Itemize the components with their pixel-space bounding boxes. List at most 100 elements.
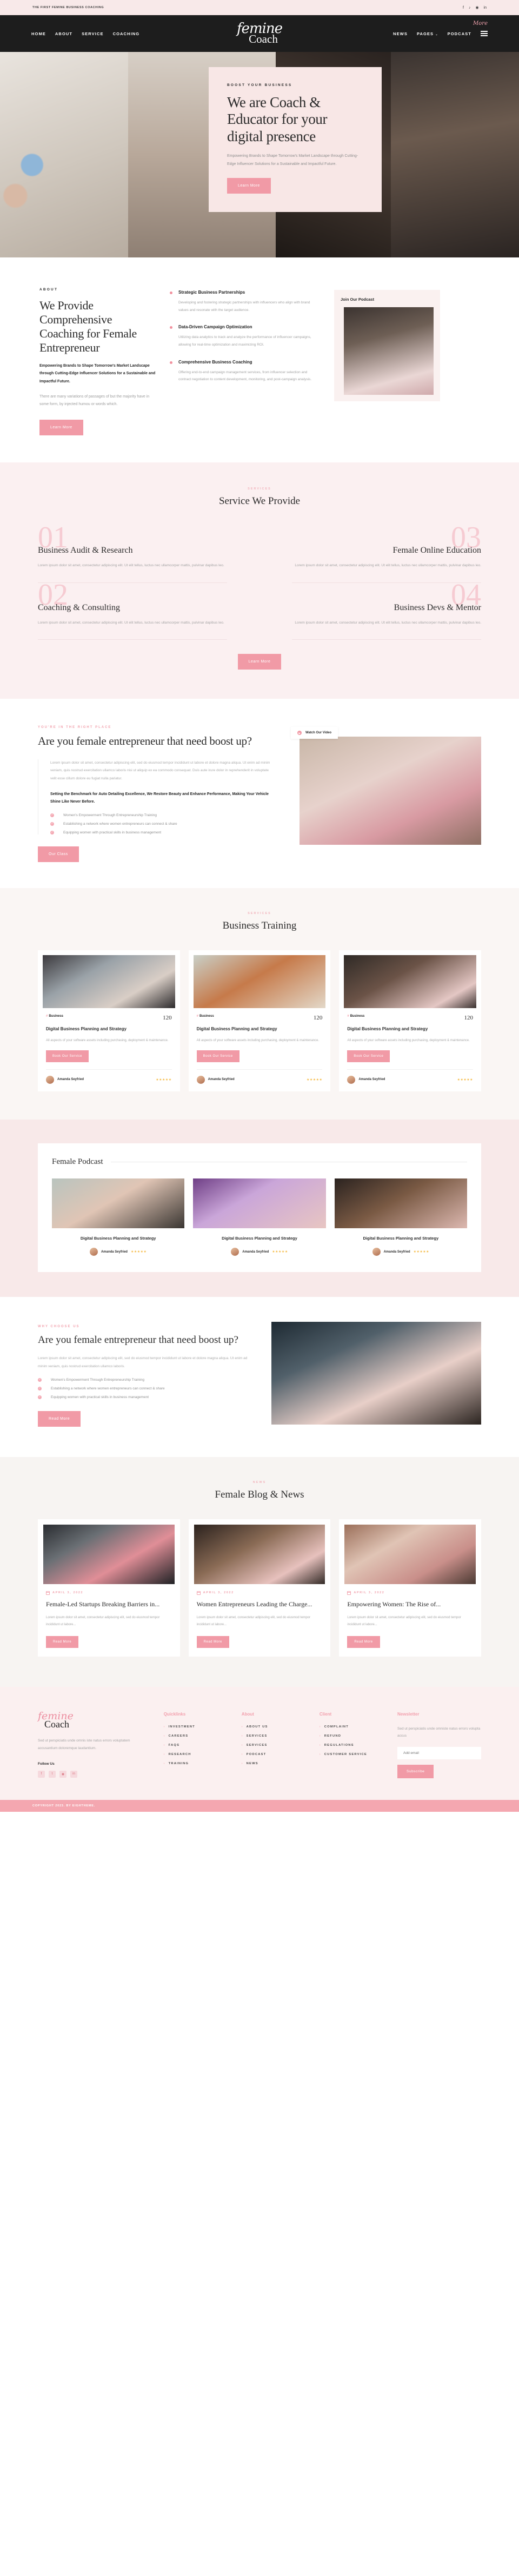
- hero-learn-more-button[interactable]: Learn More: [227, 178, 271, 194]
- service-item-03: 03 Female Online Education Lorem ipsum d…: [292, 522, 481, 580]
- footer-link[interactable]: › TRAINING: [164, 1762, 228, 1765]
- nav-item-service[interactable]: SERVICE: [82, 31, 104, 36]
- nav-item-podcast[interactable]: PODCAST: [448, 31, 471, 36]
- training-card[interactable]: # Business 120 Digital Business Planning …: [339, 950, 482, 1091]
- about-podcast-column: Join Our Podcast: [330, 288, 481, 435]
- nav-item-coaching[interactable]: COACHING: [113, 31, 140, 36]
- blog-card-title: Female-Led Startups Breaking Barriers in…: [46, 1600, 160, 1608]
- copyright-bar: COPYRIGHT 2023. BY EIGHTHEME.: [0, 1799, 519, 1812]
- instagram-icon[interactable]: ◉: [475, 6, 478, 10]
- training-card[interactable]: # Business 120 Digital Business Planning …: [38, 950, 180, 1091]
- footer-column-heading: About: [241, 1711, 254, 1717]
- footer-link[interactable]: › SERVICES: [242, 1744, 305, 1747]
- footer-link[interactable]: › REFUND: [320, 1734, 383, 1738]
- twitter-icon[interactable]: t: [49, 1770, 56, 1778]
- star-rating-icon: ★★★★★: [306, 1078, 323, 1082]
- linkedin-icon[interactable]: in: [70, 1770, 77, 1778]
- footer-link[interactable]: › ABOUT US: [242, 1725, 305, 1729]
- blog-card-body: Lorem ipsum dolor sit amet, consectetur …: [196, 1616, 311, 1626]
- footer-link-label: CAREERS: [168, 1734, 189, 1738]
- avatar: [372, 1248, 381, 1256]
- boost-our-class-button[interactable]: Our Class: [38, 846, 79, 862]
- training-card[interactable]: # Business 120 Digital Business Planning …: [188, 950, 331, 1091]
- feature-title: Strategic Business Partnerships: [178, 290, 245, 295]
- podcast-card-title: Digital Business Planning and Strategy: [80, 1235, 156, 1241]
- chevron-down-icon: ⌄: [435, 32, 438, 36]
- training-card-image: [344, 955, 477, 1008]
- blog-card-body: Lorem ipsum dolor sit amet, consectetur …: [347, 1616, 461, 1626]
- footer-link[interactable]: › FAQS: [164, 1744, 228, 1747]
- services-learn-more-button[interactable]: Learn More: [237, 654, 282, 670]
- footer-link[interactable]: › NEWS: [242, 1762, 305, 1765]
- blog-card-date: APRIL 3, 2022: [347, 1591, 473, 1595]
- nav-item-about[interactable]: ABOUT: [55, 31, 72, 36]
- main-navigation: HOME ABOUT SERVICE COACHING femine Coach…: [0, 15, 519, 52]
- nav-item-home[interactable]: HOME: [31, 31, 46, 36]
- facebook-icon[interactable]: f: [463, 6, 464, 10]
- feature-body: Offering end-to-end campaign management …: [178, 370, 312, 382]
- star-rating-icon: ★★★★★: [272, 1250, 288, 1254]
- footer-link[interactable]: › CAREERS: [164, 1734, 228, 1738]
- why-check-list: ✓ Women's Empowerment Through Entrepreneu…: [38, 1378, 254, 1399]
- bullet-dot-icon: [170, 361, 172, 364]
- boost-check-list: ✓ Women's Empowerment Through Entrepreneu…: [50, 813, 270, 835]
- blog-read-more-button[interactable]: Read More: [46, 1635, 79, 1648]
- services-section: SERVICES Service We Provide 01 Business …: [0, 462, 519, 699]
- footer-link-label: NEWS: [246, 1762, 258, 1765]
- training-card-tag: # Business: [46, 1015, 63, 1018]
- tiktok-icon[interactable]: ♪: [469, 6, 471, 10]
- podcast-card[interactable]: Digital Business Planning and Strategy A…: [52, 1178, 185, 1256]
- training-card-price: 120: [163, 1014, 172, 1021]
- hamburger-menu-icon[interactable]: [481, 31, 488, 36]
- why-left-column: WHY CHOOSE US Are you female entrepreneu…: [38, 1325, 254, 1427]
- hash-icon: #: [46, 1014, 48, 1018]
- watch-video-button[interactable]: ▶ Watch Our Video: [291, 727, 338, 739]
- blog-read-more-button[interactable]: Read More: [196, 1635, 229, 1648]
- why-title: Are you female entrepreneur that need bo…: [38, 1334, 238, 1346]
- nav-item-pages[interactable]: PAGES ⌄: [417, 31, 438, 36]
- blog-section: NEWS Female Blog & News APRIL 3, 2022 Fe…: [0, 1456, 519, 1687]
- footer-column-heading: Client: [319, 1711, 332, 1717]
- training-header: SERVICES Business Training: [38, 912, 481, 932]
- book-service-button[interactable]: Book Our Service: [347, 1050, 390, 1062]
- podcast-card[interactable]: Digital Business Planning and Strategy A…: [334, 1178, 467, 1256]
- hero-image-4: [390, 52, 519, 257]
- about-learn-more-button[interactable]: Learn More: [39, 419, 83, 435]
- blog-card[interactable]: APRIL 3, 2022 Women Entrepreneurs Leadin…: [188, 1519, 331, 1657]
- blog-card-date: APRIL 3, 2022: [46, 1591, 172, 1595]
- about-title: We Provide Comprehensive Coaching for Fe…: [39, 299, 137, 354]
- linkedin-icon[interactable]: in: [484, 6, 487, 10]
- footer-logo[interactable]: femine Coach: [38, 1711, 150, 1729]
- footer-link[interactable]: › PODCAST: [242, 1753, 305, 1756]
- podcast-card[interactable]: Digital Business Planning and Strategy A…: [193, 1178, 326, 1256]
- footer-link[interactable]: › COMPLAINT: [320, 1725, 383, 1729]
- book-service-button[interactable]: Book Our Service: [46, 1050, 89, 1062]
- blog-read-more-button[interactable]: Read More: [347, 1635, 380, 1648]
- podcast-header: Female Podcast: [52, 1157, 467, 1167]
- podcast-card-row: Digital Business Planning and Strategy A…: [52, 1178, 467, 1256]
- feature-title: Comprehensive Business Coaching: [178, 359, 252, 365]
- newsletter-subscribe-button[interactable]: Subscribe: [397, 1764, 434, 1778]
- footer-link[interactable]: › SERVICES: [242, 1734, 305, 1738]
- list-item-label: Women's Empowerment Through Entrepreneur…: [51, 1378, 144, 1382]
- newsletter-email-input[interactable]: [397, 1746, 482, 1759]
- footer-link[interactable]: › REGULATIONS: [320, 1744, 383, 1747]
- footer-link[interactable]: › INVESTMENT: [164, 1725, 228, 1729]
- why-read-more-button[interactable]: Read More: [38, 1410, 81, 1427]
- blog-card[interactable]: APRIL 3, 2022 Empowering Women: The Rise…: [339, 1519, 482, 1657]
- site-logo[interactable]: femine Coach: [227, 22, 292, 45]
- book-service-button[interactable]: Book Our Service: [196, 1050, 239, 1062]
- instagram-icon[interactable]: ◉: [59, 1770, 66, 1778]
- footer-link[interactable]: › RESEARCH: [164, 1753, 228, 1756]
- facebook-icon[interactable]: f: [38, 1770, 45, 1778]
- blog-card[interactable]: APRIL 3, 2022 Female-Led Startups Breaki…: [38, 1519, 180, 1657]
- service-title: Female Online Education: [392, 545, 481, 555]
- check-icon: ✓: [50, 822, 54, 826]
- footer-link-label: PODCAST: [246, 1752, 267, 1756]
- join-podcast-card[interactable]: Join Our Podcast: [334, 290, 440, 401]
- footer-link-label: CUSTOMER SERVICE: [324, 1752, 368, 1756]
- nav-item-news[interactable]: NEWS: [393, 31, 408, 36]
- star-rating-icon: ★★★★★: [156, 1078, 172, 1082]
- blog-header: NEWS Female Blog & News: [38, 1481, 481, 1501]
- footer-link[interactable]: › CUSTOMER SERVICE: [320, 1753, 383, 1756]
